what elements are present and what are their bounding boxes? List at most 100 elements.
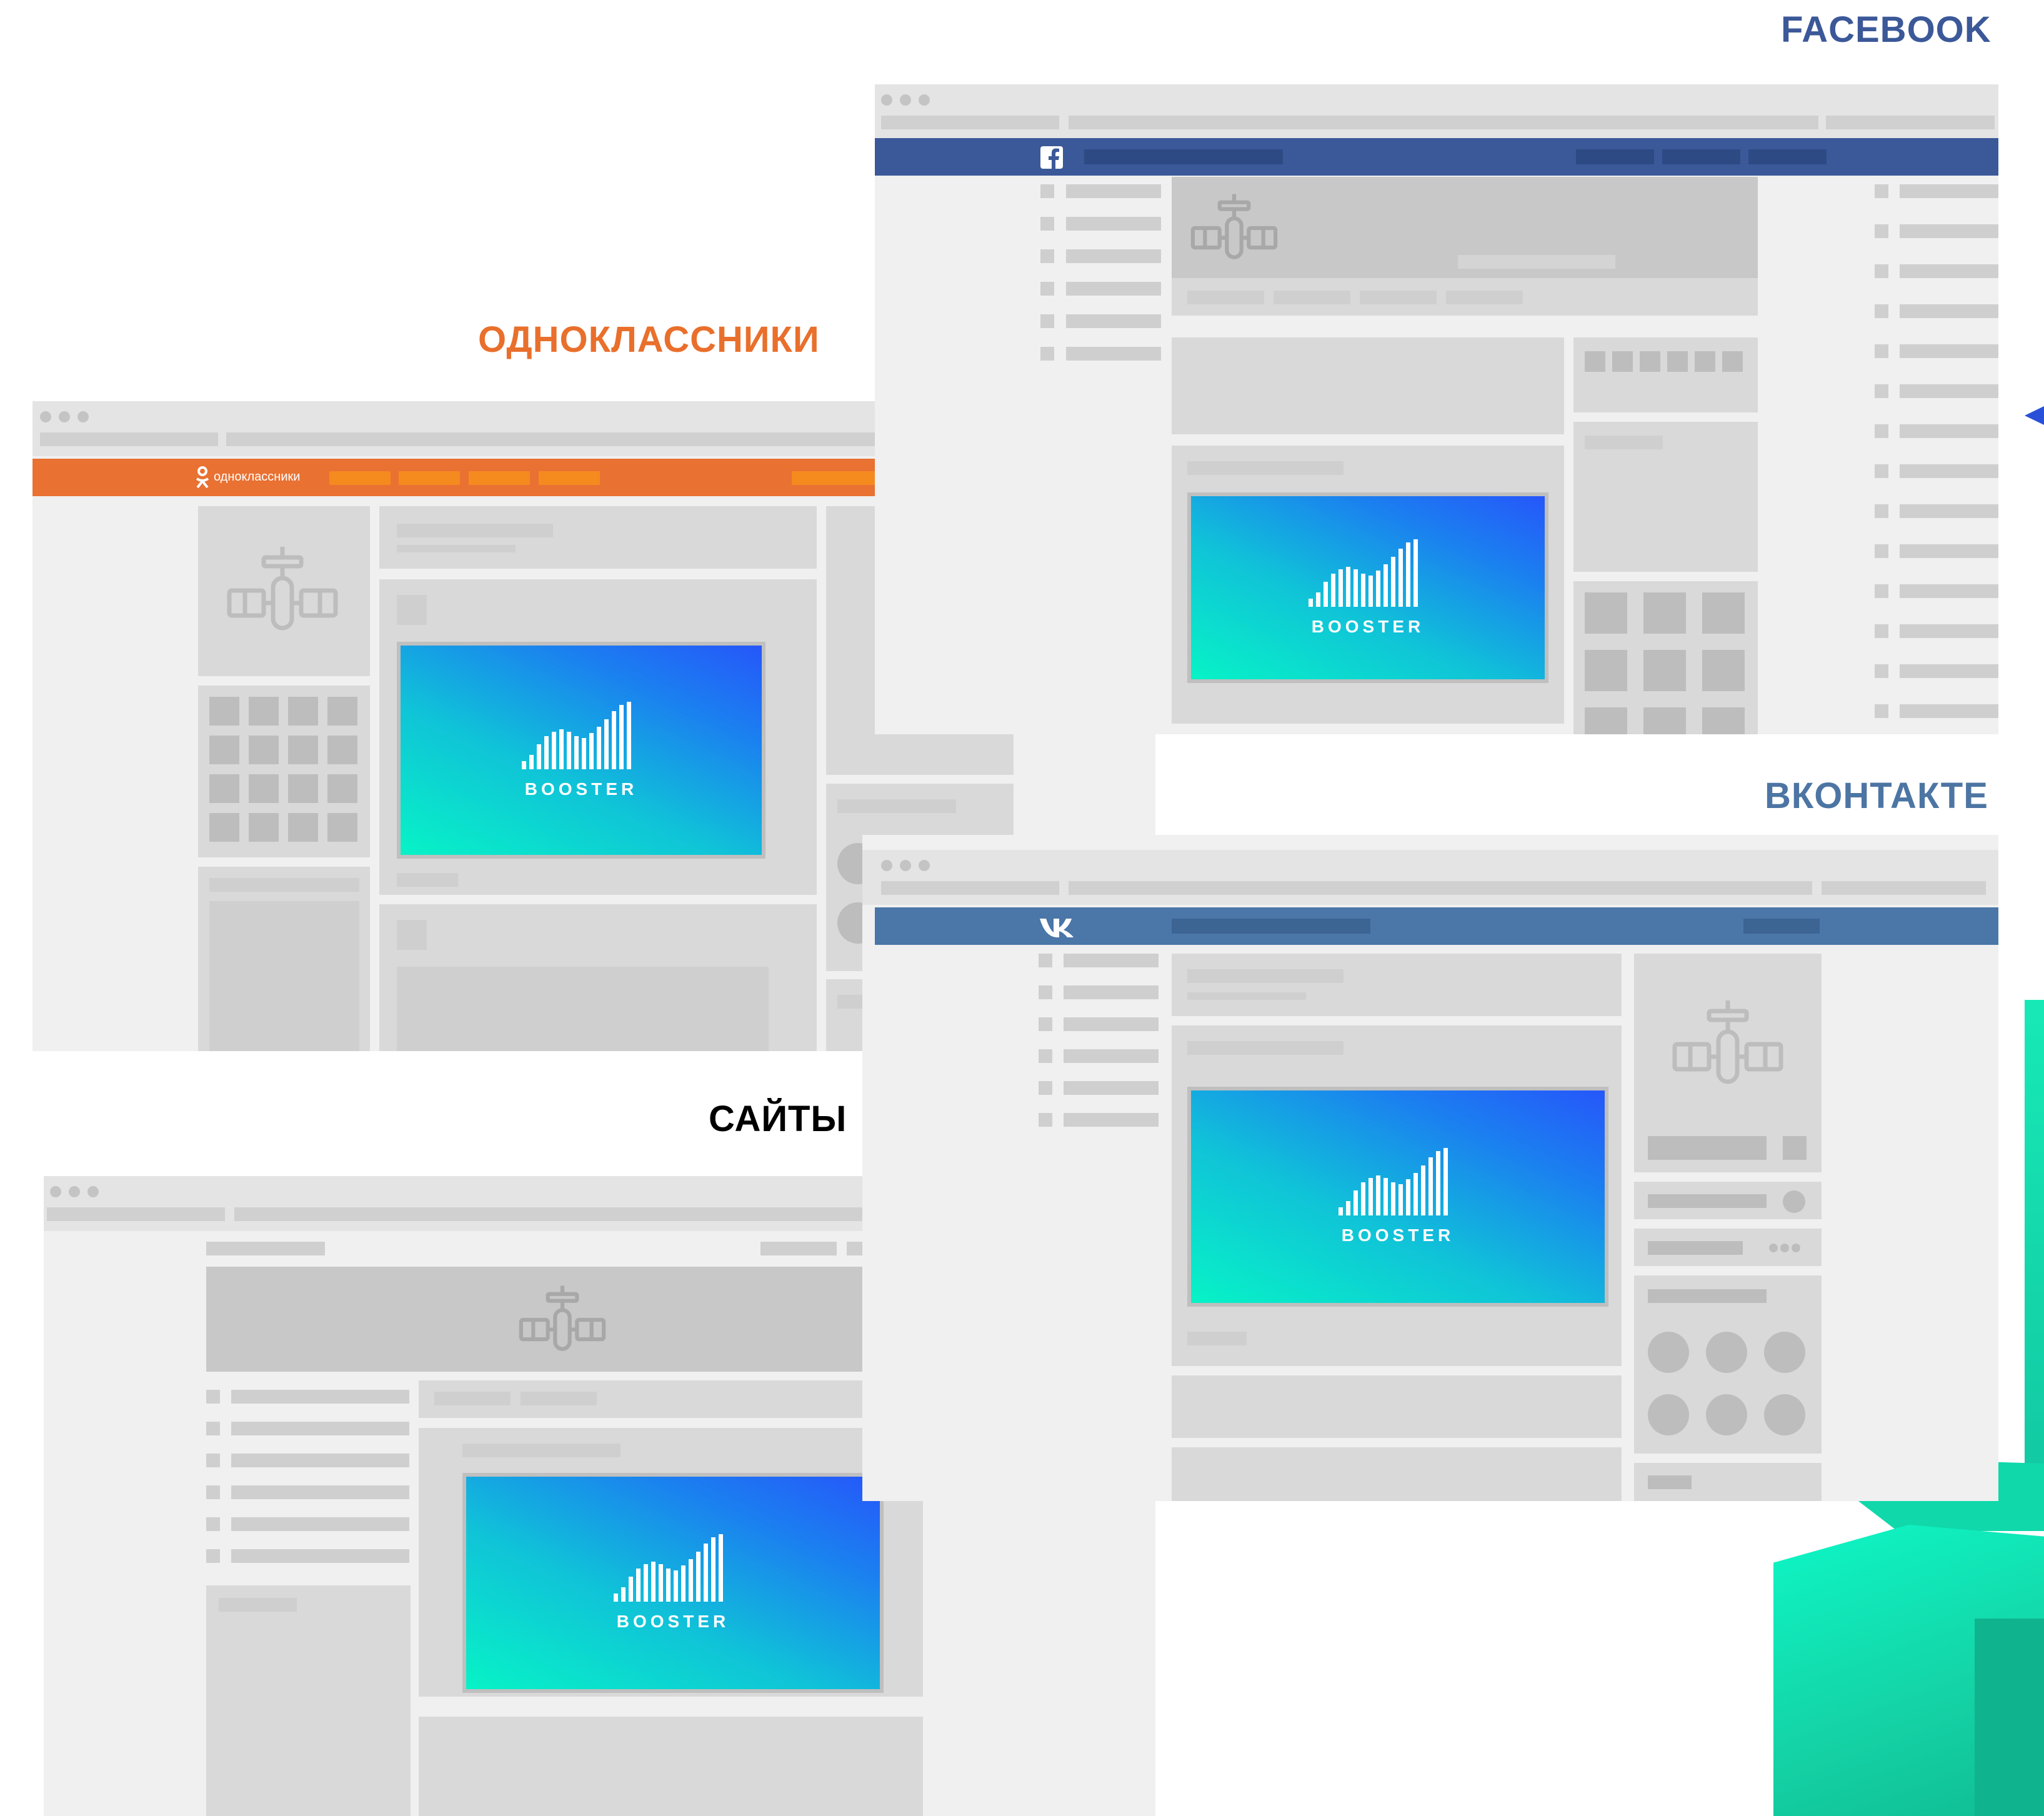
menu-item[interactable] xyxy=(231,1422,409,1435)
menu-item[interactable] xyxy=(1064,1113,1159,1127)
chat-item[interactable] xyxy=(1900,504,1998,518)
chat-item[interactable] xyxy=(1900,344,1998,358)
menu-item[interactable] xyxy=(1066,314,1161,328)
chat-item[interactable] xyxy=(1900,624,1998,638)
vk-logo-icon[interactable] xyxy=(1039,916,1080,939)
vk-search-field[interactable] xyxy=(1172,919,1370,934)
menu-item[interactable] xyxy=(1064,954,1159,967)
menu-item[interactable] xyxy=(1064,1049,1159,1063)
facebook-nav-item[interactable] xyxy=(1662,149,1740,164)
tab-item[interactable] xyxy=(1360,291,1437,304)
chat-item[interactable] xyxy=(1900,184,1998,198)
friend-avatar[interactable] xyxy=(1764,1332,1805,1373)
browser-address-bar[interactable] xyxy=(1069,116,1818,129)
ok-grid-cell[interactable] xyxy=(209,736,239,764)
facebook-logo-icon[interactable] xyxy=(1040,146,1063,169)
grid-cell[interactable] xyxy=(1702,707,1745,734)
friend-avatar[interactable] xyxy=(1706,1394,1747,1435)
photo-thumb[interactable] xyxy=(1612,351,1633,372)
menu-item[interactable] xyxy=(231,1517,409,1531)
ok-grid-cell[interactable] xyxy=(209,774,239,803)
ok-grid-cell[interactable] xyxy=(249,813,279,842)
menu-item[interactable] xyxy=(1064,1017,1159,1031)
grid-cell[interactable] xyxy=(1585,592,1627,634)
ok-grid-cell[interactable] xyxy=(249,736,279,764)
friend-avatar[interactable] xyxy=(1706,1332,1747,1373)
ok-grid-cell[interactable] xyxy=(209,697,239,726)
tab-item[interactable] xyxy=(1187,291,1264,304)
ok-grid-cell[interactable] xyxy=(288,736,318,764)
chat-item[interactable] xyxy=(1900,224,1998,238)
ok-nav-item[interactable] xyxy=(399,471,460,485)
window-dot xyxy=(50,1186,61,1197)
chat-item[interactable] xyxy=(1900,304,1998,318)
menu-item[interactable] xyxy=(231,1390,409,1404)
facebook-nav-item[interactable] xyxy=(1576,149,1654,164)
chat-item[interactable] xyxy=(1900,264,1998,278)
ok-nav-item[interactable] xyxy=(469,471,530,485)
photo-thumb[interactable] xyxy=(1722,351,1743,372)
menu-item[interactable] xyxy=(1066,282,1161,296)
photo-thumb[interactable] xyxy=(1667,351,1688,372)
menu-item[interactable] xyxy=(1064,985,1159,999)
booster-ad-banner[interactable]: BOOSTER xyxy=(462,1473,884,1693)
browser-address-bar[interactable] xyxy=(1069,881,1812,895)
chat-item[interactable] xyxy=(1900,544,1998,558)
placeholder-line xyxy=(837,799,956,813)
menu-item[interactable] xyxy=(231,1454,409,1467)
grid-cell[interactable] xyxy=(1643,592,1686,634)
grid-cell[interactable] xyxy=(1643,707,1686,734)
ok-grid-cell[interactable] xyxy=(209,813,239,842)
tab-item[interactable] xyxy=(521,1392,597,1405)
browser-address-bar[interactable] xyxy=(226,432,970,446)
grid-cell[interactable] xyxy=(1585,650,1627,691)
menu-item[interactable] xyxy=(1066,217,1161,231)
chat-item[interactable] xyxy=(1900,464,1998,478)
vk-right-row[interactable] xyxy=(1634,1182,1822,1219)
grid-cell[interactable] xyxy=(1585,707,1627,734)
facebook-nav-item[interactable] xyxy=(1748,149,1827,164)
site-nav-item[interactable] xyxy=(760,1242,837,1255)
ok-grid-cell[interactable] xyxy=(288,697,318,726)
ok-grid-cell[interactable] xyxy=(288,813,318,842)
ok-nav-item[interactable] xyxy=(539,471,600,485)
menu-item[interactable] xyxy=(1066,347,1161,361)
chat-item[interactable] xyxy=(1900,704,1998,718)
chat-item[interactable] xyxy=(1900,384,1998,398)
friend-avatar[interactable] xyxy=(1648,1332,1689,1373)
grid-cell[interactable] xyxy=(1702,592,1745,634)
menu-item[interactable] xyxy=(1066,184,1161,198)
ok-grid-cell[interactable] xyxy=(327,813,357,842)
photo-thumb[interactable] xyxy=(1640,351,1660,372)
ok-grid-cell[interactable] xyxy=(288,774,318,803)
ok-grid-cell[interactable] xyxy=(327,697,357,726)
menu-item[interactable] xyxy=(231,1549,409,1563)
photo-thumb[interactable] xyxy=(1585,351,1605,372)
grid-cell[interactable] xyxy=(1702,650,1745,691)
ok-grid-cell[interactable] xyxy=(327,774,357,803)
ok-grid-cell[interactable] xyxy=(249,774,279,803)
menu-item[interactable] xyxy=(1066,249,1161,263)
photo-thumb[interactable] xyxy=(1695,351,1715,372)
ok-grid-cell[interactable] xyxy=(249,697,279,726)
tab-item[interactable] xyxy=(434,1392,511,1405)
friend-avatar[interactable] xyxy=(1764,1394,1805,1435)
friend-avatar[interactable] xyxy=(1648,1394,1689,1435)
chat-item[interactable] xyxy=(1900,424,1998,438)
facebook-search-field[interactable] xyxy=(1084,149,1283,164)
menu-item[interactable] xyxy=(231,1485,409,1499)
tab-item[interactable] xyxy=(1446,291,1523,304)
grid-cell[interactable] xyxy=(1643,650,1686,691)
booster-ad-banner[interactable]: BOOSTER xyxy=(1187,492,1548,683)
booster-ad-banner[interactable]: BOOSTER xyxy=(397,642,765,859)
ok-grid-cell[interactable] xyxy=(327,736,357,764)
chat-item[interactable] xyxy=(1900,584,1998,598)
booster-ad-banner[interactable]: BOOSTER xyxy=(1187,1087,1608,1307)
ok-nav-item[interactable] xyxy=(329,471,391,485)
menu-bullet xyxy=(1039,1049,1052,1063)
menu-item[interactable] xyxy=(1064,1081,1159,1095)
vk-right-row[interactable] xyxy=(1634,1229,1822,1266)
vk-nav-item[interactable] xyxy=(1743,919,1820,934)
tab-item[interactable] xyxy=(1274,291,1350,304)
chat-item[interactable] xyxy=(1900,664,1998,678)
